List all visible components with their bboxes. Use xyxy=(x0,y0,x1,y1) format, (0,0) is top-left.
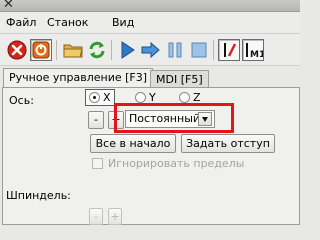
axis-radio-x-label: X xyxy=(103,91,111,104)
block-delete-icon[interactable] xyxy=(218,39,240,61)
home-all-button[interactable]: Все в начало xyxy=(90,134,176,153)
reload-icon[interactable] xyxy=(86,39,108,61)
tab-manual-control[interactable]: Ручное управление [F3] xyxy=(3,68,154,88)
menu-file[interactable]: Файл xyxy=(6,16,36,29)
jog-minus-button[interactable]: - xyxy=(88,111,104,129)
pause-icon[interactable] xyxy=(164,39,186,61)
override-limits-label: Игнорировать пределы xyxy=(108,157,245,170)
spindle-plus-button[interactable]: + xyxy=(108,208,122,225)
spindle-minus-button[interactable]: - xyxy=(89,208,103,225)
optional-stop-icon[interactable]: M1 xyxy=(242,39,264,61)
stop-icon[interactable] xyxy=(188,39,210,61)
window-close-icon[interactable]: ✕ xyxy=(3,0,14,12)
checkbox-indicator xyxy=(92,158,103,169)
axis-label: Ось: xyxy=(9,94,34,107)
tab-mdi[interactable]: MDI [F5] xyxy=(150,70,209,88)
step-icon[interactable] xyxy=(140,39,162,61)
override-limits-checkbox[interactable]: Игнорировать пределы xyxy=(92,157,244,170)
estop-icon[interactable] xyxy=(6,39,28,61)
toolbar: M1 xyxy=(0,34,300,66)
window-titlebar: ✕ xyxy=(0,0,300,12)
radio-indicator xyxy=(135,92,146,103)
toolbar-separator xyxy=(213,40,214,60)
menu-view[interactable]: Вид xyxy=(112,16,134,29)
highlight-box xyxy=(114,103,234,133)
menu-machine[interactable]: Станок xyxy=(47,16,88,29)
spindle-label: Шпиндель: xyxy=(6,189,71,202)
tab-row: Ручное управление [F3] MDI [F5] xyxy=(0,66,300,88)
axis-radio-x[interactable]: X xyxy=(85,89,115,106)
toolbar-separator xyxy=(111,40,112,60)
power-icon[interactable] xyxy=(30,39,52,61)
run-icon[interactable] xyxy=(116,39,138,61)
radio-indicator xyxy=(89,92,100,103)
touch-off-button[interactable]: Задать отступ xyxy=(181,134,275,153)
toolbar-separator xyxy=(56,40,57,60)
radio-indicator xyxy=(179,92,190,103)
optional-stop-label: M1 xyxy=(250,50,263,60)
menubar: Файл Станок Вид xyxy=(0,12,300,34)
open-folder-icon[interactable] xyxy=(62,39,84,61)
